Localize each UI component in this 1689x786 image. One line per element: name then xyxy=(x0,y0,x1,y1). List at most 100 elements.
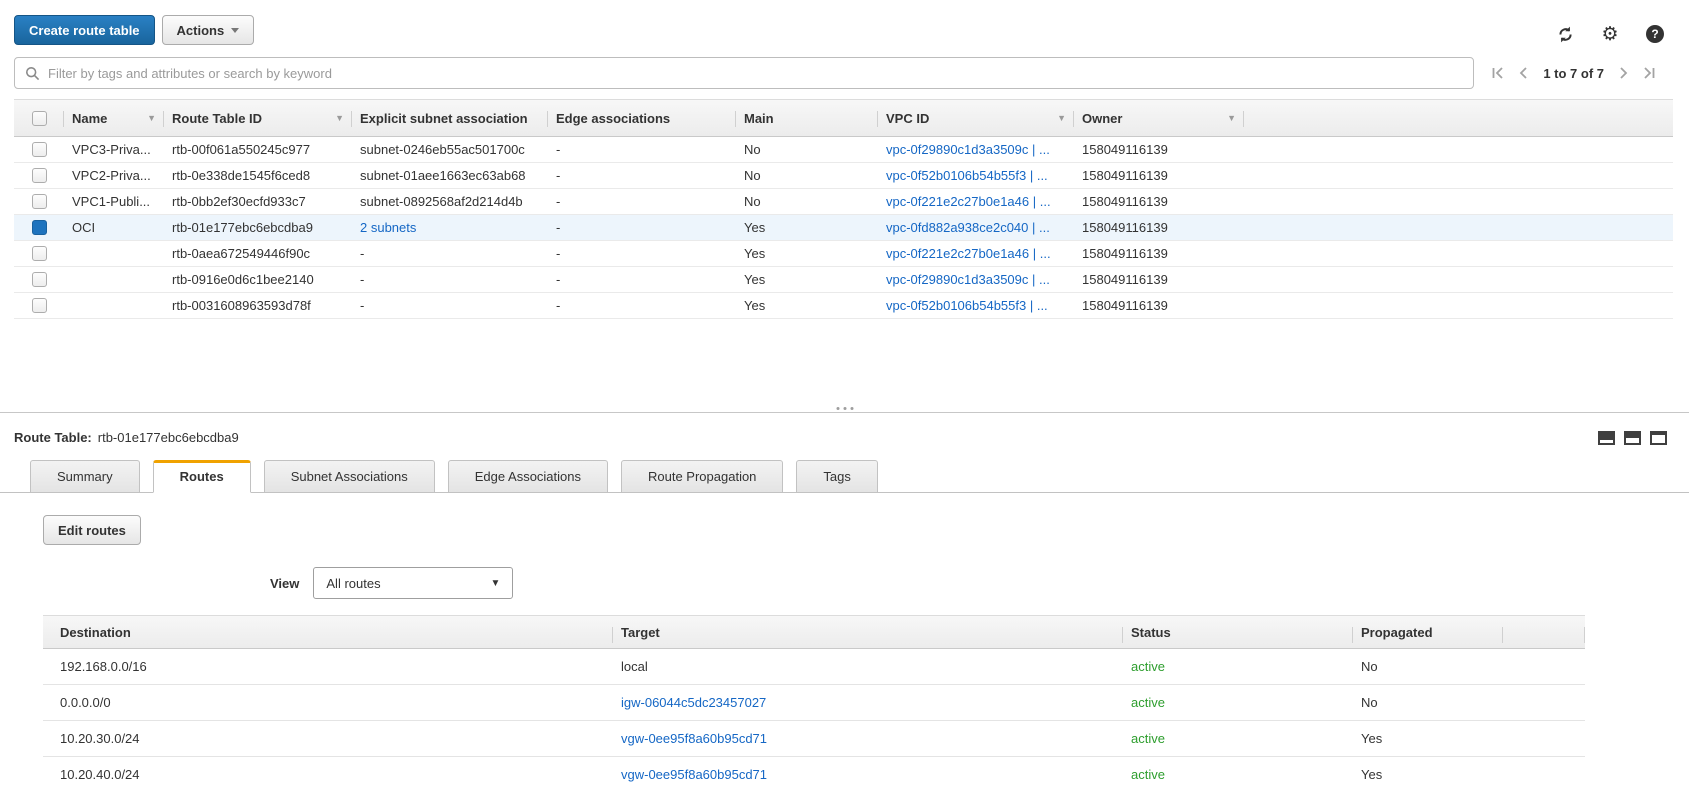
name-cell: VPC2-Priva... xyxy=(72,168,151,183)
toolbar: Create route table Actions ⚙ ? xyxy=(0,0,1689,45)
row-checkbox[interactable] xyxy=(31,246,47,261)
routes-column-filler xyxy=(1503,616,1585,648)
explicit-subnet-association-cell: 2 subnets xyxy=(360,220,417,235)
vpc-id-link[interactable]: vpc-0f52b0106b54b55f3 | ... xyxy=(878,298,1074,313)
owner-cell: 158049116139 xyxy=(1082,194,1168,209)
vpc-id-link[interactable]: vpc-0f52b0106b54b55f3 | ... xyxy=(878,168,1074,183)
vpc-id-link[interactable]: vpc-0fd882a938ce2c040 | ... xyxy=(878,220,1074,235)
refresh-icon[interactable] xyxy=(1555,24,1575,44)
vpc-id-link[interactable]: vpc-0f29890c1d3a3509c | ... xyxy=(878,142,1074,157)
table-row[interactable]: VPC1-Publi... rtb-0bb2ef30ecfd933c7 subn… xyxy=(14,189,1673,215)
row-checkbox[interactable] xyxy=(31,194,47,209)
route-table-id-cell: rtb-00f061a550245c977 xyxy=(172,142,311,157)
pane-divider xyxy=(0,407,1689,413)
tab-edge-associations[interactable]: Edge Associations xyxy=(447,460,608,493)
edge-associations-cell: - xyxy=(556,246,561,261)
prev-page-button[interactable] xyxy=(1519,67,1528,79)
edge-associations-cell: - xyxy=(556,220,561,235)
column-header-route-table-id[interactable]: Route Table ID ▼ xyxy=(164,100,352,136)
next-page-button[interactable] xyxy=(1619,67,1628,79)
vpc-id-link[interactable]: vpc-0f29890c1d3a3509c | ... xyxy=(878,272,1074,287)
explicit-subnet-association-cell: - xyxy=(360,272,365,287)
table-row[interactable]: rtb-0031608963593d78f - - Yes vpc-0f52b0… xyxy=(14,293,1673,319)
column-header-name[interactable]: Name ▼ xyxy=(64,100,164,136)
route-table-id-cell: rtb-0aea672549446f90c xyxy=(172,246,311,261)
last-page-button[interactable] xyxy=(1643,67,1655,79)
target-cell: vgw-0ee95f8a60b95cd71 xyxy=(621,731,768,746)
pane-large-icon[interactable] xyxy=(1650,430,1667,445)
explicit-subnet-association-cell: subnet-01aee1663ec63ab68 xyxy=(360,168,526,183)
column-header-main[interactable]: Main xyxy=(736,100,878,136)
view-select-value: All routes xyxy=(326,575,381,591)
column-header-edge-associations[interactable]: Edge associations xyxy=(548,100,736,136)
main-cell: Yes xyxy=(744,246,766,261)
vpc-id-link[interactable]: vpc-0f221e2c27b0e1a46 | ... xyxy=(878,194,1074,209)
row-checkbox[interactable] xyxy=(31,220,47,235)
select-all-checkbox[interactable] xyxy=(31,110,47,126)
owner-cell: 158049116139 xyxy=(1082,298,1168,313)
table-row[interactable]: OCI rtb-01e177ebc6ebcdba9 2 subnets - Ye… xyxy=(14,215,1673,241)
table-row[interactable]: VPC3-Priva... rtb-00f061a550245c977 subn… xyxy=(14,137,1673,163)
first-page-button[interactable] xyxy=(1492,67,1504,79)
view-row: View All routes ▼ xyxy=(270,567,1689,599)
row-checkbox[interactable] xyxy=(31,272,47,287)
search-box[interactable] xyxy=(14,57,1475,89)
routes-column-propagated: Propagated xyxy=(1353,616,1503,648)
owner-cell: 158049116139 xyxy=(1082,220,1168,235)
target-cell: igw-06044c5dc23457027 xyxy=(621,695,767,710)
search-input[interactable] xyxy=(48,65,1464,81)
row-checkbox[interactable] xyxy=(31,298,47,313)
pane-small-icon[interactable] xyxy=(1598,430,1615,445)
routes-table-header: Destination Target Status Propagated xyxy=(43,615,1585,649)
pane-size-controls xyxy=(1598,430,1673,445)
filter-row: 1 to 7 of 7 xyxy=(14,57,1655,89)
edit-routes-button[interactable]: Edit routes xyxy=(43,515,141,545)
pane-half-icon[interactable] xyxy=(1624,430,1641,445)
route-row: 192.168.0.0/16 local active No xyxy=(43,649,1585,685)
table-row[interactable]: VPC2-Priva... rtb-0e338de1545f6ced8 subn… xyxy=(14,163,1673,189)
target-cell: local xyxy=(621,659,648,674)
column-header-owner[interactable]: Owner ▼ xyxy=(1074,100,1244,136)
main-cell: Yes xyxy=(744,272,766,287)
actions-button[interactable]: Actions xyxy=(161,15,255,45)
gear-icon[interactable]: ⚙ xyxy=(1600,24,1620,44)
actions-label: Actions xyxy=(176,22,225,38)
tab-routes[interactable]: Routes xyxy=(152,460,251,493)
sort-caret-icon: ▼ xyxy=(147,113,156,123)
explicit-subnet-association-cell: - xyxy=(360,298,365,313)
pane-resize-handle[interactable] xyxy=(830,405,859,412)
row-checkbox[interactable] xyxy=(31,142,47,157)
table-row[interactable]: rtb-0916e0d6c1bee2140 - - Yes vpc-0f2989… xyxy=(14,267,1673,293)
search-icon xyxy=(25,66,40,80)
owner-cell: 158049116139 xyxy=(1082,142,1168,157)
pagination-range: 1 to 7 of 7 xyxy=(1543,65,1604,81)
tab-route-propagation[interactable]: Route Propagation xyxy=(621,460,784,493)
sort-caret-icon: ▼ xyxy=(335,113,344,123)
main-cell: Yes xyxy=(744,220,766,235)
detail-title-label: Route Table: xyxy=(14,430,92,445)
help-icon[interactable]: ? xyxy=(1645,24,1665,44)
create-route-table-label: Create route table xyxy=(29,22,140,38)
detail-title-value: rtb-01e177ebc6ebcdba9 xyxy=(97,430,239,445)
explicit-subnet-association-cell: subnet-0892568af2d214d4b xyxy=(360,194,523,209)
view-select[interactable]: All routes ▼ xyxy=(313,567,514,599)
chevron-down-icon xyxy=(231,27,240,33)
create-route-table-button[interactable]: Create route table xyxy=(14,15,155,45)
column-header-vpc-id[interactable]: VPC ID ▼ xyxy=(878,100,1074,136)
table-row[interactable]: rtb-0aea672549446f90c - - Yes vpc-0f221e… xyxy=(14,241,1673,267)
select-all-checkbox-cell xyxy=(14,100,64,136)
tab-tags[interactable]: Tags xyxy=(796,460,878,493)
route-row: 0.0.0.0/0 igw-06044c5dc23457027 active N… xyxy=(43,685,1585,721)
propagated-cell: Yes xyxy=(1361,731,1383,746)
route-tables-body: VPC3-Priva... rtb-00f061a550245c977 subn… xyxy=(14,137,1673,319)
column-header-explicit-subnet-association[interactable]: Explicit subnet association xyxy=(352,100,548,136)
tab-summary[interactable]: Summary xyxy=(30,460,140,493)
row-checkbox[interactable] xyxy=(31,168,47,183)
detail-tabs: Summary Routes Subnet Associations Edge Ass… xyxy=(0,460,1689,493)
name-cell: OCI xyxy=(72,220,96,235)
tab-subnet-associations[interactable]: Subnet Associations xyxy=(263,460,435,493)
main-cell: No xyxy=(744,194,761,209)
explicit-subnet-association-cell: subnet-0246eb55ac501700c xyxy=(360,142,525,157)
vpc-id-link[interactable]: vpc-0f221e2c27b0e1a46 | ... xyxy=(878,246,1074,261)
route-tables-header: Name ▼ Route Table ID ▼ Explicit subnet … xyxy=(14,99,1673,137)
